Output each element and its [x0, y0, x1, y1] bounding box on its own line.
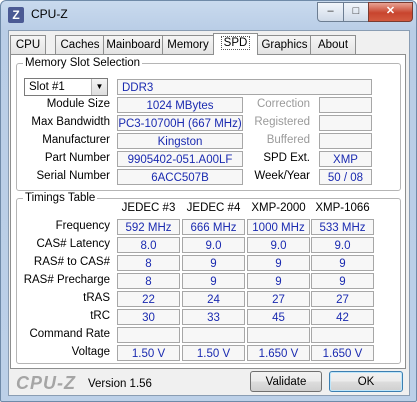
- buffered-label: Buffered: [266, 134, 310, 146]
- column-header: JEDEC #3: [121, 202, 176, 214]
- title-bar[interactable]: Z CPU-Z – □ ✕: [1, 1, 416, 29]
- tab-label: Mainboard: [106, 39, 161, 51]
- chevron-down-icon[interactable]: ▼: [91, 79, 107, 95]
- timing-cell: 9: [247, 255, 310, 271]
- timing-cell: 27: [247, 291, 310, 307]
- timing-cell: 22: [117, 291, 180, 307]
- cpuz-logo: CPU-Z: [16, 373, 76, 393]
- serial-number-label: Serial Number: [36, 170, 111, 182]
- timing-cell: 45: [247, 309, 310, 325]
- timing-cell: 9.0: [247, 237, 310, 253]
- tab-label: SPD: [220, 36, 251, 50]
- spd-ext-field: XMP: [319, 151, 372, 167]
- timing-cell: [117, 327, 180, 343]
- timing-cell: 9.0: [182, 237, 245, 253]
- trc-label: tRC: [90, 310, 110, 322]
- registered-label: Registered: [254, 116, 310, 128]
- tab-label: Graphics: [261, 39, 308, 51]
- timing-cell: 8: [117, 273, 180, 289]
- timing-cell: [247, 327, 310, 343]
- buffered-field: [319, 133, 372, 149]
- column-header: JEDEC #4: [186, 202, 241, 214]
- week-year-field: 50 / 08: [319, 169, 372, 185]
- timings-table-legend: Timings Table: [25, 192, 96, 204]
- maximize-button[interactable]: □: [343, 2, 369, 22]
- timing-cell: 1.50 V: [182, 345, 245, 361]
- timing-cell: 9: [182, 255, 245, 271]
- part-number-field: 9905402-051.A00LF: [117, 151, 243, 167]
- memory-slot-legend: Memory Slot Selection: [25, 57, 141, 69]
- timing-cell: 9.0: [311, 237, 374, 253]
- timing-cell: 8.0: [117, 237, 180, 253]
- timing-cell: 27: [311, 291, 374, 307]
- timing-cell: 592 MHz: [117, 219, 180, 235]
- timing-cell: 1.650 V: [247, 345, 310, 361]
- module-size-field: 1024 MBytes: [117, 97, 243, 113]
- timing-cell: 1.650 V: [311, 345, 374, 361]
- timing-cell: 8: [117, 255, 180, 271]
- cpuz-app-icon[interactable]: Z: [8, 7, 24, 23]
- registered-field: [319, 115, 372, 131]
- version-label: Version 1.56: [88, 378, 152, 390]
- tab-label: CPU: [15, 39, 41, 51]
- tab-label: Memory: [167, 39, 209, 51]
- tras-label: tRAS: [83, 292, 110, 304]
- tab-cpu[interactable]: CPU: [10, 35, 46, 54]
- memory-type-field: DDR3: [117, 79, 372, 95]
- timing-cell: 24: [182, 291, 245, 307]
- tab-caches[interactable]: Caches: [55, 35, 105, 54]
- slot-select-value: Slot #1: [29, 81, 65, 93]
- manufacturer-field: Kingston: [117, 133, 243, 149]
- timing-cell: 30: [117, 309, 180, 325]
- tab-spd[interactable]: SPD: [213, 33, 258, 55]
- cas-latency-label: CAS# Latency: [36, 238, 110, 250]
- timing-cell: 9: [182, 273, 245, 289]
- timing-cell: 1.50 V: [117, 345, 180, 361]
- max-bandwidth-label: Max Bandwidth: [31, 116, 110, 128]
- ras-precharge-label: RAS# Precharge: [23, 274, 110, 286]
- tab-memory[interactable]: Memory: [162, 35, 214, 54]
- module-size-label: Module Size: [46, 98, 110, 110]
- correction-field: [319, 97, 372, 113]
- tab-about[interactable]: About: [310, 35, 356, 54]
- frequency-label: Frequency: [55, 220, 110, 232]
- part-number-label: Part Number: [44, 152, 110, 164]
- timing-cell: 1000 MHz: [247, 219, 310, 235]
- timing-cell: 9: [311, 273, 374, 289]
- tab-graphics[interactable]: Graphics: [256, 35, 313, 54]
- timing-cell: 42: [311, 309, 374, 325]
- slot-select[interactable]: Slot #1 ▼: [24, 78, 108, 96]
- timing-cell: 666 MHz: [182, 219, 245, 235]
- validate-button[interactable]: Validate: [250, 371, 322, 392]
- tab-label: About: [317, 39, 349, 51]
- column-header: XMP-1066: [315, 202, 370, 214]
- timing-cell: 533 MHz: [311, 219, 374, 235]
- timing-cell: 9: [247, 273, 310, 289]
- ok-button[interactable]: OK: [329, 371, 403, 392]
- column-header: XMP-2000: [251, 202, 306, 214]
- week-year-label: Week/Year: [254, 170, 310, 182]
- timing-cell: 9: [311, 255, 374, 271]
- command-rate-label: Command Rate: [29, 328, 110, 340]
- spd-ext-label: SPD Ext.: [263, 152, 310, 164]
- ras-to-cas-label: RAS# to CAS#: [33, 256, 110, 268]
- serial-number-field: 6ACC507B: [117, 169, 243, 185]
- tab-mainboard[interactable]: Mainboard: [103, 35, 164, 54]
- correction-label: Correction: [256, 98, 310, 110]
- window-title: CPU-Z: [31, 7, 68, 21]
- minimize-button[interactable]: –: [317, 2, 344, 22]
- timing-cell: [182, 327, 245, 343]
- close-button[interactable]: ✕: [368, 2, 413, 22]
- timing-cell: [311, 327, 374, 343]
- max-bandwidth-field: PC3-10700H (667 MHz): [117, 115, 243, 131]
- voltage-label: Voltage: [71, 346, 110, 358]
- tab-label: Caches: [60, 39, 100, 51]
- manufacturer-label: Manufacturer: [42, 134, 110, 146]
- timing-cell: 33: [182, 309, 245, 325]
